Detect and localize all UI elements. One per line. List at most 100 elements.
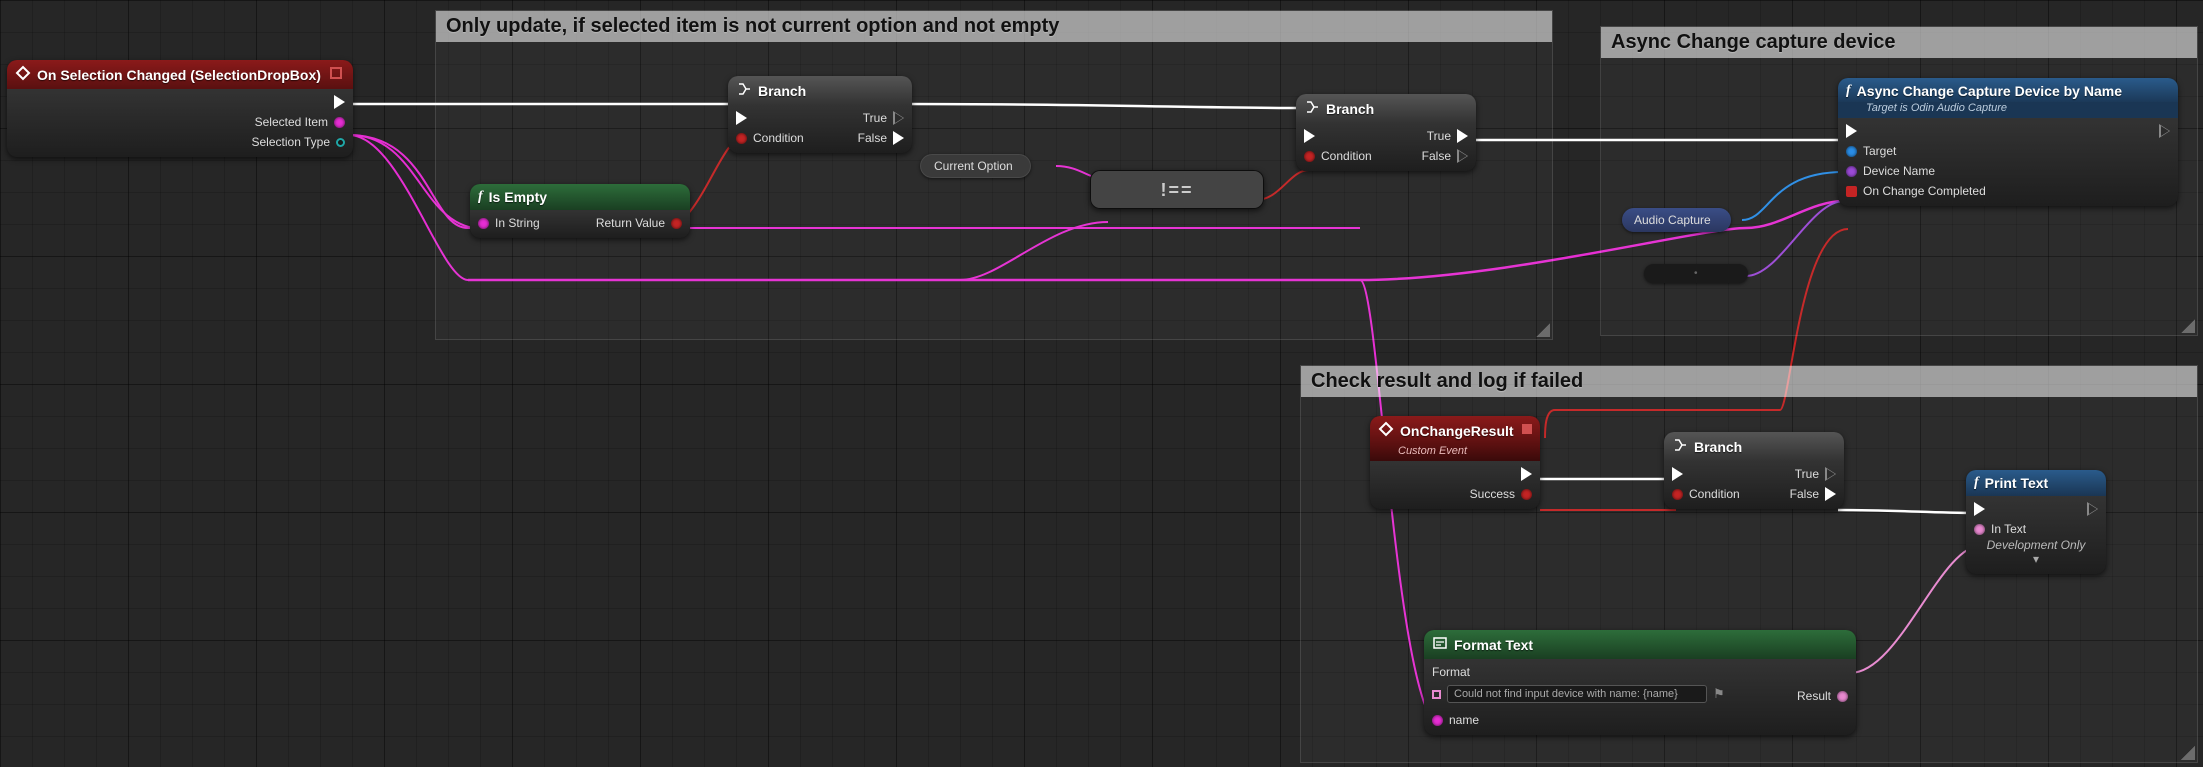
pin-label: False xyxy=(858,131,887,145)
selection-type-pin[interactable]: Selection Type xyxy=(252,135,346,149)
not-equal-node[interactable]: !== xyxy=(1090,170,1264,209)
branch-icon xyxy=(1672,437,1688,456)
true-pin[interactable]: True xyxy=(863,111,904,125)
current-option-variable[interactable]: Current Option xyxy=(920,154,1031,178)
result-pin[interactable]: Result xyxy=(1797,689,1848,703)
exec-out-pin[interactable] xyxy=(2159,124,2170,138)
comment-title[interactable]: Check result and log if failed xyxy=(1301,366,2197,397)
in-string-pin[interactable]: In String xyxy=(478,216,540,230)
browse-icon[interactable]: ⚑ xyxy=(1713,686,1725,702)
node-title: Async Change Capture Device by Name xyxy=(1857,83,2122,99)
pin-label: True xyxy=(1795,467,1819,481)
device-name-pin[interactable]: Device Name xyxy=(1846,164,1986,178)
success-pin[interactable]: Success xyxy=(1470,487,1532,501)
delegate-pin-icon[interactable] xyxy=(1520,422,1534,439)
pin-label: Device Name xyxy=(1863,164,1935,178)
return-value-pin[interactable]: Return Value xyxy=(596,216,682,230)
print-text-node[interactable]: f Print Text In Text Development Only ▾ xyxy=(1966,470,2106,574)
node-subtitle: Custom Event xyxy=(1370,445,1540,461)
reroute-icon: • xyxy=(1694,268,1698,279)
false-pin[interactable]: False xyxy=(1422,149,1468,163)
resize-handle-icon[interactable] xyxy=(2181,746,2195,760)
node-title: Format Text xyxy=(1454,637,1533,653)
exec-in-pin[interactable] xyxy=(1846,124,1986,138)
pin-label: False xyxy=(1422,149,1451,163)
reroute-node[interactable]: • xyxy=(1644,264,1748,283)
pin-label: Success xyxy=(1470,487,1515,501)
is-empty-node[interactable]: f Is Empty In String Return Value xyxy=(470,184,690,238)
event-icon xyxy=(1378,421,1394,440)
pin-label: Condition xyxy=(1689,487,1740,501)
pin-label: On Change Completed xyxy=(1863,184,1986,198)
format-label: Format xyxy=(1432,665,1725,679)
function-icon: f xyxy=(1846,83,1851,99)
branch-node-2[interactable]: Branch Condition True False xyxy=(1296,94,1476,171)
pin-label: In Text xyxy=(1991,522,2026,536)
false-pin[interactable]: False xyxy=(1790,487,1836,501)
pin-label: Result xyxy=(1797,689,1831,703)
exec-in-pin[interactable] xyxy=(1672,467,1740,481)
node-title: Branch xyxy=(1326,101,1374,117)
branch-icon xyxy=(736,81,752,100)
branch-icon xyxy=(1304,99,1320,118)
operator-label: !== xyxy=(1160,180,1193,201)
target-pin[interactable]: Target xyxy=(1846,144,1986,158)
true-pin[interactable]: True xyxy=(1795,467,1836,481)
comment-title[interactable]: Only update, if selected item is not cur… xyxy=(436,11,1552,42)
condition-pin[interactable]: Condition xyxy=(1672,487,1740,501)
pin-label: Return Value xyxy=(596,216,665,230)
function-icon: f xyxy=(1974,475,1979,491)
node-title: Print Text xyxy=(1985,475,2049,491)
pin-label: True xyxy=(1427,129,1451,143)
format-input[interactable]: Could not find input device with name: {… xyxy=(1447,685,1707,703)
branch-node-1[interactable]: Branch Condition True False xyxy=(728,76,912,153)
node-subtitle: Target is Odin Audio Capture xyxy=(1838,102,2178,118)
expand-icon[interactable]: ▾ xyxy=(1974,552,2098,566)
comment-title[interactable]: Async Change capture device xyxy=(1601,27,2197,58)
format-text-node[interactable]: Format Text Format Could not find input … xyxy=(1424,630,1856,735)
format-pin[interactable] xyxy=(1432,690,1441,699)
exec-in-pin[interactable] xyxy=(1974,502,1985,516)
pin-label: True xyxy=(863,111,887,125)
exec-in-pin[interactable] xyxy=(1304,129,1372,143)
pin-label: Selected Item xyxy=(255,115,328,129)
pin-label: Target xyxy=(1863,144,1896,158)
node-title: On Selection Changed (SelectionDropBox) xyxy=(37,67,321,83)
selected-item-pin[interactable]: Selected Item xyxy=(255,115,345,129)
pin-label: In String xyxy=(495,216,540,230)
exec-in-pin[interactable] xyxy=(736,111,804,125)
resize-handle-icon[interactable] xyxy=(1536,323,1550,337)
node-title: OnChangeResult xyxy=(1400,423,1514,439)
exec-out-pin[interactable] xyxy=(2087,502,2098,516)
on-change-completed-pin[interactable]: On Change Completed xyxy=(1846,184,1986,198)
name-pin[interactable]: name xyxy=(1432,713,1725,727)
node-title: Branch xyxy=(1694,439,1742,455)
function-icon: f xyxy=(478,189,483,205)
exec-out-pin[interactable] xyxy=(1521,467,1532,481)
event-on-selection-changed[interactable]: On Selection Changed (SelectionDropBox) … xyxy=(7,60,353,157)
async-change-capture-node[interactable]: f Async Change Capture Device by Name Ta… xyxy=(1838,78,2178,206)
true-pin[interactable]: True xyxy=(1427,129,1468,143)
node-title: Is Empty xyxy=(489,189,547,205)
node-title: Branch xyxy=(758,83,806,99)
pin-label: Condition xyxy=(1321,149,1372,163)
pin-label: Current Option xyxy=(934,159,1013,173)
delegate-pin-icon[interactable] xyxy=(329,66,343,83)
on-change-result-event[interactable]: OnChangeResult Custom Event Success xyxy=(1370,416,1540,509)
branch-node-3[interactable]: Branch Condition True False xyxy=(1664,432,1844,509)
condition-pin[interactable]: Condition xyxy=(736,131,804,145)
pin-label: name xyxy=(1449,713,1479,727)
event-icon xyxy=(15,65,31,84)
exec-out-pin[interactable] xyxy=(334,95,345,109)
false-pin[interactable]: False xyxy=(858,131,904,145)
resize-handle-icon[interactable] xyxy=(2181,319,2195,333)
dev-only-label: Development Only xyxy=(1974,536,2098,552)
pin-label: Condition xyxy=(753,131,804,145)
pin-label: Audio Capture xyxy=(1634,213,1711,227)
in-text-pin[interactable]: In Text xyxy=(1974,522,2098,536)
audio-capture-variable[interactable]: Audio Capture xyxy=(1622,208,1731,232)
pin-label: False xyxy=(1790,487,1819,501)
pin-label: Selection Type xyxy=(252,135,331,149)
condition-pin[interactable]: Condition xyxy=(1304,149,1372,163)
format-text-icon xyxy=(1432,635,1448,654)
